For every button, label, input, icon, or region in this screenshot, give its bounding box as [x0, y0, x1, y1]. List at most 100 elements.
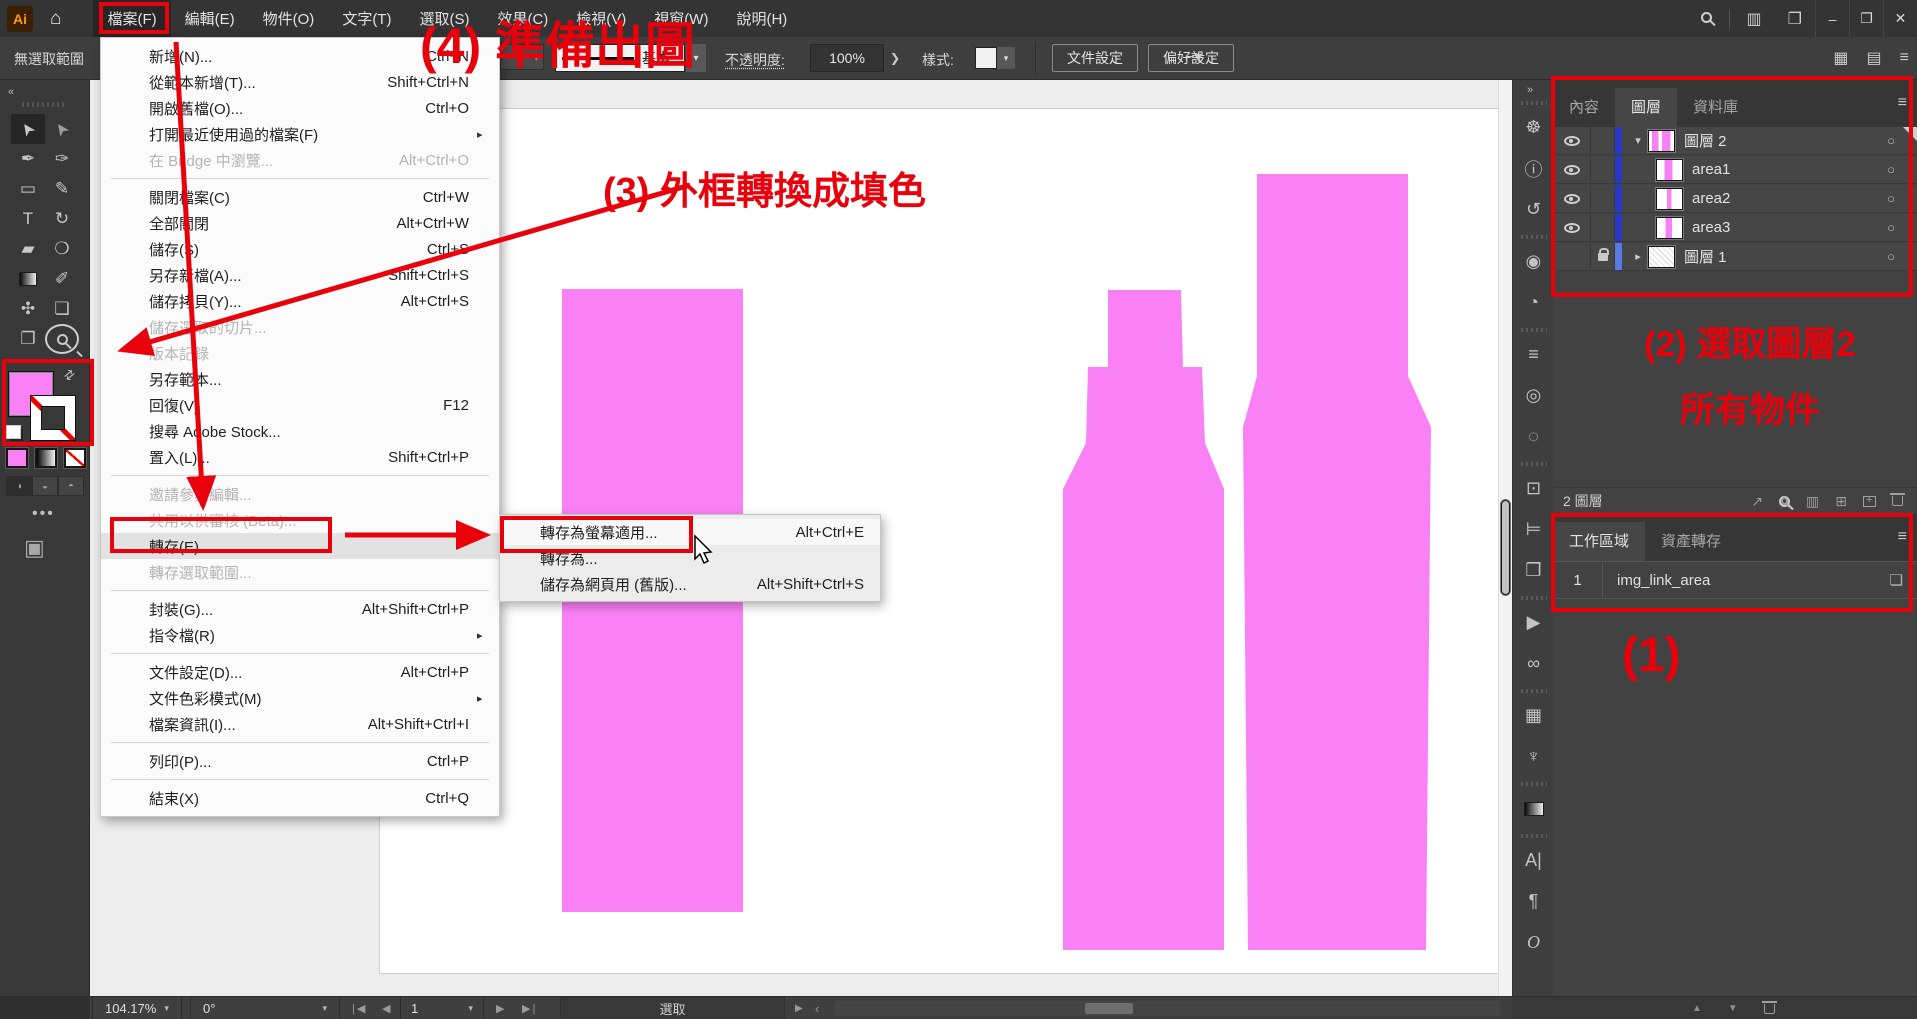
- file-menu-package[interactable]: 封裝(G)... Alt+Shift+Ctrl+P: [101, 596, 499, 622]
- toolbar-collapse-icon[interactable]: «: [8, 86, 14, 98]
- paragraph-panel-icon[interactable]: ¶: [1513, 881, 1554, 922]
- visibility-toggle[interactable]: [1553, 185, 1591, 212]
- file-menu-document-color-mode[interactable]: 文件色彩模式(M) ▸: [101, 685, 499, 711]
- info-panel-icon[interactable]: ⓘ: [1513, 148, 1554, 189]
- file-menu-close-all[interactable]: 全部關閉 Alt+Ctrl+W: [101, 210, 499, 236]
- file-menu-browse-bridge[interactable]: 在 Bridge 中瀏覽... Alt+Ctrl+O: [101, 147, 499, 173]
- file-menu-scripts[interactable]: 指令檔(R) ▸: [101, 622, 499, 648]
- scrollbar-thumb[interactable]: [1085, 1003, 1133, 1014]
- layer-thumbnail[interactable]: [1656, 159, 1683, 181]
- layer-thumbnail[interactable]: [1656, 217, 1683, 239]
- stroke-panel-icon[interactable]: ≡: [1513, 334, 1554, 375]
- eraser-tool-icon[interactable]: ▰: [11, 234, 45, 264]
- layer-name[interactable]: 圖層 1: [1684, 246, 1727, 267]
- file-menu-save-as[interactable]: 另存新檔(A)... Shift+Ctrl+S: [101, 262, 499, 288]
- new-sublayer-icon[interactable]: ⊞: [1835, 493, 1847, 510]
- chevron-down-icon[interactable]: ▾: [1628, 134, 1648, 147]
- canvas-horizontal-scrollbar[interactable]: [835, 1001, 1500, 1016]
- puppet-warp-tool-icon[interactable]: ✣: [11, 294, 45, 324]
- arrange-docs-icon[interactable]: ▤: [1867, 48, 1882, 68]
- layer-name[interactable]: area1: [1692, 161, 1730, 178]
- target-circle-icon[interactable]: ○: [1887, 249, 1895, 264]
- file-menu-invite-to-edit[interactable]: 邀請參與編輯...: [101, 481, 499, 507]
- canvas-vertical-scrollbar[interactable]: [1498, 80, 1512, 996]
- select-similar-icon[interactable]: ⌐▾: [1185, 47, 1202, 67]
- actions-panel-icon[interactable]: ▶: [1513, 602, 1554, 643]
- file-menu-document-setup[interactable]: 文件設定(D)... Alt+Ctrl+P: [101, 659, 499, 685]
- links-panel-icon[interactable]: ∞: [1513, 643, 1554, 684]
- draw-inside-mode-icon[interactable]: ◓: [58, 476, 84, 496]
- align-panel-icon[interactable]: ⊨: [1513, 509, 1554, 550]
- search-layers-icon[interactable]: [1779, 496, 1790, 507]
- file-menu-export-selection[interactable]: 轉存選取範圍...: [101, 559, 499, 585]
- opacity-more-icon[interactable]: ❯: [884, 44, 906, 72]
- collect-for-export-icon[interactable]: ↗: [1751, 493, 1763, 510]
- artboard-nav-first[interactable]: |◀: [352, 997, 367, 1019]
- lock-toggle[interactable]: [1591, 156, 1615, 183]
- artboard-panel-menu-icon[interactable]: ≡: [1898, 528, 1907, 546]
- visibility-toggle[interactable]: [1553, 127, 1591, 154]
- file-menu-open[interactable]: 開啟舊檔(O)... Ctrl+O: [101, 95, 499, 121]
- layer-row-area3[interactable]: area3 ○: [1553, 214, 1917, 242]
- swatches-panel-icon[interactable]: ▦: [1513, 695, 1554, 736]
- eyedropper-tool-icon[interactable]: ✐: [45, 264, 79, 294]
- pen-tool-icon[interactable]: ✒: [11, 144, 45, 174]
- color-mode-swatch[interactable]: [6, 448, 28, 468]
- selection-tool-icon[interactable]: ➤: [11, 114, 45, 144]
- layer-thumbnail[interactable]: [1648, 130, 1675, 152]
- swap-fill-stroke-icon[interactable]: ⇄: [60, 365, 79, 384]
- layer-thumbnail[interactable]: [1656, 188, 1683, 210]
- file-menu-close[interactable]: 關閉檔案(C) Ctrl+W: [101, 184, 499, 210]
- layers-panel-menu-icon[interactable]: ≡: [1898, 94, 1907, 112]
- export-as[interactable]: 轉存為...: [500, 545, 880, 571]
- visibility-toggle[interactable]: [1553, 214, 1591, 241]
- opacity-input[interactable]: 100%: [810, 44, 884, 72]
- dock-expand-icon[interactable]: »: [1527, 84, 1533, 96]
- close-button[interactable]: ✕: [1883, 0, 1917, 37]
- visibility-toggle[interactable]: [1553, 156, 1591, 183]
- none-mode-swatch[interactable]: [64, 448, 86, 468]
- lock-toggle[interactable]: [1591, 243, 1615, 270]
- draw-normal-mode-icon[interactable]: ◑: [6, 476, 32, 496]
- file-menu-share-for-review[interactable]: 共用以供審核 (Beta)...: [101, 507, 499, 533]
- edit-toolbar-icon[interactable]: •••: [32, 505, 55, 523]
- pathfinder-panel-icon[interactable]: ❒: [1513, 550, 1554, 591]
- file-menu-revert[interactable]: 回復(V) F12: [101, 392, 499, 418]
- color-guide-panel-icon[interactable]: ◔: [1513, 282, 1554, 323]
- controlbar-menu-icon[interactable]: ≡: [1900, 49, 1909, 67]
- zoom-level-select[interactable]: 104.17%▾: [92, 997, 182, 1019]
- target-circle-icon[interactable]: ○: [1887, 133, 1895, 148]
- tab-libraries[interactable]: 資料庫: [1677, 88, 1754, 127]
- file-menu-open-recent[interactable]: 打開最近使用過的檔案(F) ▸: [101, 121, 499, 147]
- artboards-panel-icon[interactable]: ⊡: [1513, 468, 1554, 509]
- delete-layer-icon[interactable]: [1892, 496, 1903, 506]
- type-tool-icon[interactable]: T: [11, 204, 45, 234]
- screen-mode-icon[interactable]: ▣: [24, 535, 45, 561]
- lock-toggle[interactable]: [1591, 185, 1615, 212]
- artboard-page-icon[interactable]: ❏: [1890, 571, 1903, 589]
- new-layer-icon[interactable]: [1863, 496, 1876, 507]
- home-icon[interactable]: ⌂: [50, 8, 61, 30]
- gradient-mode-swatch[interactable]: [35, 448, 57, 468]
- artboard-nav-next[interactable]: ▶: [496, 997, 506, 1019]
- draw-behind-mode-icon[interactable]: ◒: [32, 476, 58, 496]
- opacity-label[interactable]: 不透明度:: [725, 50, 785, 70]
- export-for-screens[interactable]: 轉存為螢幕適用... Alt+Ctrl+E: [500, 519, 880, 545]
- gradient-tool-icon[interactable]: [11, 264, 45, 294]
- layer-name[interactable]: 圖層 2: [1684, 130, 1727, 151]
- rectangle-tool-icon[interactable]: ▭: [11, 174, 45, 204]
- file-menu-exit[interactable]: 結束(X) Ctrl+Q: [101, 785, 499, 811]
- artboard-tool-icon[interactable]: ❐: [11, 324, 45, 354]
- file-menu-version-history[interactable]: 版本記錄: [101, 340, 499, 366]
- file-menu-save[interactable]: 儲存(S) Ctrl+S: [101, 236, 499, 262]
- artboard-nav-prev[interactable]: ◀: [382, 997, 392, 1019]
- transparency-panel-icon[interactable]: ◎: [1513, 375, 1554, 416]
- tab-artboards[interactable]: 工作區域: [1553, 522, 1645, 561]
- layer-row-area2[interactable]: area2 ○: [1553, 185, 1917, 213]
- menu-file[interactable]: 檔案(F): [93, 0, 170, 37]
- tab-contents[interactable]: 內容: [1553, 88, 1615, 127]
- file-menu-export[interactable]: 轉存(E): [101, 533, 499, 559]
- stroke-color-swatch[interactable]: [30, 395, 76, 441]
- magic-select-panel-icon[interactable]: ◌: [1513, 416, 1554, 457]
- file-menu-save-copy[interactable]: 儲存拷貝(Y)... Alt+Ctrl+S: [101, 288, 499, 314]
